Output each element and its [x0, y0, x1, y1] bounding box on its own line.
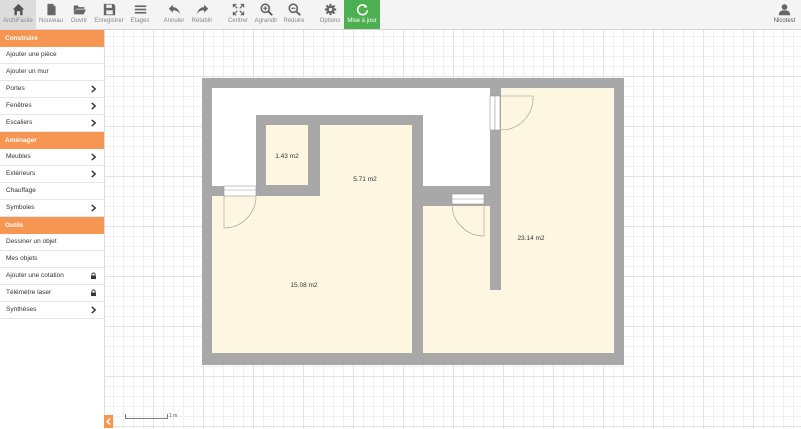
room-area-label: 15.08 m2: [290, 282, 317, 289]
chevron-right-icon: [91, 204, 97, 212]
new-button[interactable]: Nouveau: [36, 0, 66, 29]
zoom-out-icon: [287, 3, 301, 16]
room-floor[interactable]: [423, 206, 614, 353]
undo-icon: [168, 4, 180, 15]
menu-item-telemetre[interactable]: Télémètre laser: [0, 285, 104, 302]
menu-item-label: Chauffage: [6, 187, 36, 194]
user-icon: [778, 4, 791, 16]
chevron-right-icon: [91, 306, 97, 314]
menu-item-label: Fenêtres: [6, 102, 32, 109]
center-label: Centrer: [227, 18, 248, 24]
sidebar: Construire Ajouter une pièce Ajouter un …: [0, 30, 105, 429]
room-area-label: 5.71 m2: [353, 176, 377, 183]
lock-icon: [91, 272, 96, 280]
menu-item-dessiner-objet[interactable]: Dessiner un objet: [0, 234, 104, 251]
partition-wall[interactable]: [412, 206, 423, 353]
save-button[interactable]: Enregistrer: [92, 0, 126, 29]
zoom-out-button[interactable]: Réduire: [280, 0, 308, 29]
undo-button[interactable]: Annuler: [160, 0, 188, 29]
open-label: Ouvrir: [70, 18, 88, 24]
options-button[interactable]: Options: [316, 0, 344, 29]
new-label: Nouveau: [38, 18, 64, 24]
menu-item-label: Ajouter une pièce: [6, 51, 57, 58]
floors-label: Etages: [130, 18, 150, 24]
lock-icon: [91, 289, 96, 297]
user-button[interactable]: Nicotest: [768, 0, 801, 29]
chevron-right-icon: [91, 170, 97, 178]
chevron-right-icon: [91, 153, 97, 161]
room-area-label: 23.14 m2: [517, 235, 544, 242]
center-button[interactable]: Centrer: [224, 0, 252, 29]
redo-label: Rétablir: [191, 18, 213, 24]
menu-item-label: Extérieurs: [6, 170, 36, 177]
refresh-icon: [356, 3, 368, 16]
menu-item-label: Symboles: [6, 204, 35, 211]
folder-open-icon: [73, 5, 86, 15]
menu-item-chauffage[interactable]: Chauffage: [0, 183, 104, 200]
home-button[interactable]: ArchiFacile: [0, 0, 36, 29]
interior-wall[interactable]: [212, 186, 224, 196]
collapse-sidebar-button[interactable]: [104, 415, 113, 428]
menu-item-ajouter-cotation[interactable]: Ajouter une cotation: [0, 268, 104, 285]
zoom-in-button[interactable]: Agrandir: [252, 0, 280, 29]
chevron-left-icon: [105, 417, 111, 426]
menu-item-symboles[interactable]: Symboles: [0, 200, 104, 217]
menu-item-exterieurs[interactable]: Extérieurs: [0, 166, 104, 183]
room-floor[interactable]: [322, 243, 412, 353]
room-floor[interactable]: [501, 88, 614, 206]
menu-item-label: Escaliers: [6, 119, 33, 126]
update-label: Mise à jour: [347, 18, 377, 24]
menu-item-meubles[interactable]: Meubles: [0, 149, 104, 166]
zoom-in-label: Agrandir: [254, 18, 278, 24]
save-icon: [103, 3, 115, 16]
options-label: Options: [319, 18, 341, 24]
scale-label: 1 m: [169, 413, 178, 419]
gear-icon: [324, 3, 336, 16]
layers-icon: [134, 5, 146, 14]
floors-button[interactable]: Etages: [126, 0, 154, 29]
section-header-outils[interactable]: Outils: [0, 217, 104, 234]
home-icon: [12, 3, 24, 16]
menu-item-label: Mes objets: [6, 255, 38, 262]
menu-item-mes-objets[interactable]: Mes objets: [0, 251, 104, 268]
zoom-out-label: Réduire: [283, 18, 305, 24]
menu-item-label: Ajouter une cotation: [6, 272, 64, 279]
zoom-in-icon: [259, 3, 273, 16]
menu-item-escaliers[interactable]: Escaliers: [0, 115, 104, 132]
chevron-right-icon: [91, 85, 97, 93]
section-header-amenager[interactable]: Aménager: [0, 132, 104, 149]
menu-item-syntheses[interactable]: Synthèses: [0, 302, 104, 319]
menu-item-label: Meubles: [6, 153, 31, 160]
menu-item-label: Dessiner un objet: [6, 238, 57, 245]
user-label: Nicotest: [773, 18, 796, 24]
chevron-right-icon: [91, 102, 97, 110]
menu-item-fenetres[interactable]: Fenêtres: [0, 98, 104, 115]
save-label: Enregistrer: [94, 18, 124, 24]
menu-item-ajouter-piece[interactable]: Ajouter une pièce: [0, 47, 104, 64]
scale-bar: [125, 414, 168, 419]
chevron-right-icon: [91, 119, 97, 127]
open-button[interactable]: Ouvrir: [66, 0, 92, 29]
menu-item-portes[interactable]: Portes: [0, 81, 104, 98]
section-header-construire[interactable]: Construire: [0, 30, 104, 47]
menu-item-label: Portes: [6, 85, 25, 92]
expand-icon: [232, 3, 244, 16]
menu-item-label: Synthèses: [6, 306, 37, 313]
toolbar: ArchiFacile Nouveau Ouvrir Enregistrer E…: [0, 0, 801, 30]
menu-item-label: Ajouter un mur: [6, 68, 49, 75]
menu-item-ajouter-mur[interactable]: Ajouter un mur: [0, 64, 104, 81]
room-area-label: 1.43 m2: [275, 153, 299, 160]
plan-canvas[interactable]: 1.43 m2 5.71 m2 15.08 m2 23.14 m2: [105, 30, 801, 429]
file-icon: [46, 3, 56, 16]
menu-item-label: Télémètre laser: [6, 289, 52, 296]
floor-plan[interactable]: 1.43 m2 5.71 m2 15.08 m2 23.14 m2: [105, 30, 801, 429]
home-label: ArchiFacile: [3, 18, 33, 24]
redo-icon: [196, 4, 208, 15]
update-button[interactable]: Mise à jour: [344, 0, 380, 29]
redo-button[interactable]: Rétablir: [188, 0, 216, 29]
undo-label: Annuler: [163, 18, 185, 24]
